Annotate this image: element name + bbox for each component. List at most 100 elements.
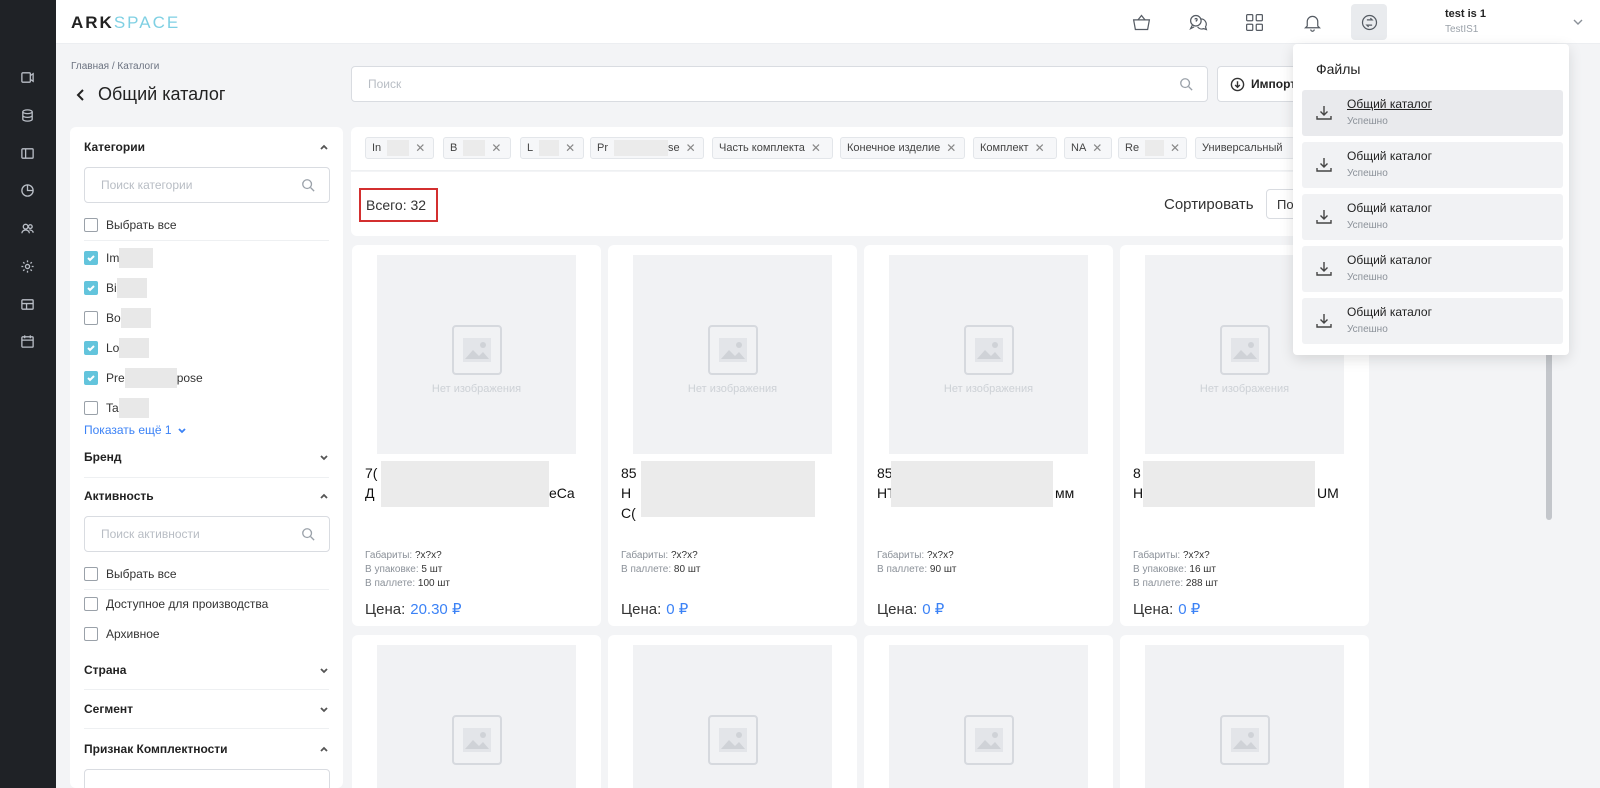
search-icon [302,528,315,541]
image-icon [964,715,1014,765]
image-icon [1220,715,1270,765]
activity-select-all[interactable]: Выбрать все [84,567,177,581]
category-item[interactable]: Lo [84,338,150,358]
nav-users-icon[interactable] [18,219,36,237]
page-title: Общий каталог [98,84,226,104]
activity-search-input[interactable] [84,516,330,552]
filter-segment-header[interactable]: Сегмент [84,702,329,716]
apps-grid-icon[interactable] [1242,10,1266,34]
filter-completeness-header[interactable]: Признак Комплектности [84,742,329,756]
user-menu[interactable]: test is 1 TestIS1 [1445,8,1486,35]
user-name: test is 1 [1445,8,1486,20]
category-select-all[interactable]: Выбрать все [84,218,177,232]
nav-table-icon[interactable] [18,295,36,313]
chevron-down-icon [320,707,328,713]
image-icon [1220,325,1270,375]
close-icon: ✕ [565,141,576,155]
product-pallet: В паллете: 100 шт [365,578,450,589]
close-icon: ✕ [1034,141,1045,155]
nav-calendar-icon[interactable] [18,332,36,350]
filter-chip[interactable]: Re ✕ [1118,137,1187,159]
product-card[interactable] [352,635,601,788]
product-image-placeholder: Нет изображения [889,255,1088,454]
filter-brand-header[interactable]: Бренд [84,450,329,464]
product-card[interactable] [608,635,857,788]
file-item[interactable]: Общий каталог Успешно [1302,246,1563,292]
product-price: Цена: 0 ₽ [621,601,689,618]
product-card[interactable] [864,635,1113,788]
activity-item[interactable]: Архивное [84,627,160,641]
file-item[interactable]: Общий каталог Успешно [1302,194,1563,240]
sort-label: Сортировать [1164,196,1254,213]
category-item[interactable]: Pre pose [84,368,203,388]
product-card[interactable]: Нет изображения 85 HT мм Габариты: ?x?x? … [864,245,1113,626]
category-item[interactable]: Bo [84,308,151,328]
download-circle-icon [1230,77,1245,91]
page-title-row: Общий каталог [74,84,225,105]
product-card[interactable]: Нет изображения 7( ДeCa Габариты: ?x?x? … [352,245,601,626]
catalog-search-input[interactable] [351,66,1208,102]
filter-chip[interactable]: B ✕ [443,137,511,159]
close-icon: ✕ [810,141,821,155]
product-name: 85 Н С( [621,461,846,523]
image-icon [708,325,758,375]
filter-activity-header[interactable]: Активность [84,489,329,503]
filter-chip[interactable]: Универсальный [1195,137,1295,159]
left-nav-rail [0,0,56,788]
filter-chip[interactable]: Pr se ✕ [590,137,704,159]
nav-chart-icon[interactable] [18,181,36,199]
active-filters-bar: In ✕ B ✕ L ✕ Pr se ✕ Часть комплекта ✕ Конечно… [351,127,1369,171]
filter-chip[interactable]: NA ✕ [1064,137,1112,159]
nav-database-icon[interactable] [18,106,36,124]
nav-settings-icon[interactable] [18,257,36,275]
filter-chip[interactable]: Конечное изделие ✕ [840,137,965,159]
page-scrollbar[interactable] [1546,350,1552,520]
filter-country-header[interactable]: Страна [84,663,329,677]
product-price: Цена: 0 ₽ [1133,601,1201,618]
basket-icon[interactable] [1129,10,1153,34]
product-pallet: В паллете: 80 шт [621,564,701,575]
search-icon [1180,78,1193,91]
close-icon: ✕ [1169,141,1180,155]
close-icon: ✕ [1092,141,1103,155]
file-item[interactable]: Общий каталог Успешно [1302,142,1563,188]
filter-categories-header[interactable]: Категории [84,140,329,154]
nav-layout-icon[interactable] [18,144,36,162]
product-pack: В упаковке: 16 шт [1133,564,1216,575]
category-search-input[interactable] [84,167,330,203]
close-icon: ✕ [415,141,426,155]
breadcrumb[interactable]: Главная / Каталоги [71,61,159,72]
chevron-down-icon[interactable] [1572,15,1584,33]
chevron-down-icon [320,668,328,674]
filter-chip[interactable]: L ✕ [520,137,584,159]
product-card[interactable]: Нет изображения 85 Н С( Габариты: ?x?x? … [608,245,857,626]
support-chat-icon[interactable] [1186,10,1210,34]
filter-chip[interactable]: Часть комплекта ✕ [712,137,833,159]
files-title: Файлы [1316,61,1361,77]
logo[interactable]: ARKSPACE [71,13,180,33]
file-item[interactable]: Общий каталог Успешно [1302,298,1563,344]
chevron-up-icon [320,746,328,752]
image-icon [452,715,502,765]
category-item[interactable]: Im [84,248,154,268]
image-icon [964,325,1014,375]
file-item[interactable]: Общий каталог Успешно [1302,90,1563,136]
files-exchange-icon[interactable] [1351,4,1387,40]
category-item[interactable]: Ta [84,398,149,418]
results-toolbar: Всего: 32 Сортировать По [351,172,1369,236]
activity-item[interactable]: Доступное для производства [84,597,268,611]
filter-chip[interactable]: Комплект ✕ [973,137,1057,159]
product-image-placeholder [1145,645,1344,788]
product-image-placeholder [377,645,576,788]
completeness-search-input[interactable] [84,769,330,788]
back-chevron-icon[interactable] [74,88,88,102]
chevron-down-icon [320,455,328,461]
nav-video-icon[interactable] [18,68,36,86]
filter-chip[interactable]: In ✕ [365,137,434,159]
product-card[interactable] [1120,635,1369,788]
product-image-placeholder [889,645,1088,788]
bell-icon[interactable] [1300,10,1324,34]
category-item[interactable]: Bi [84,278,147,298]
close-icon: ✕ [685,141,696,155]
show-more-link[interactable]: Показать ещё 1 [84,423,186,437]
